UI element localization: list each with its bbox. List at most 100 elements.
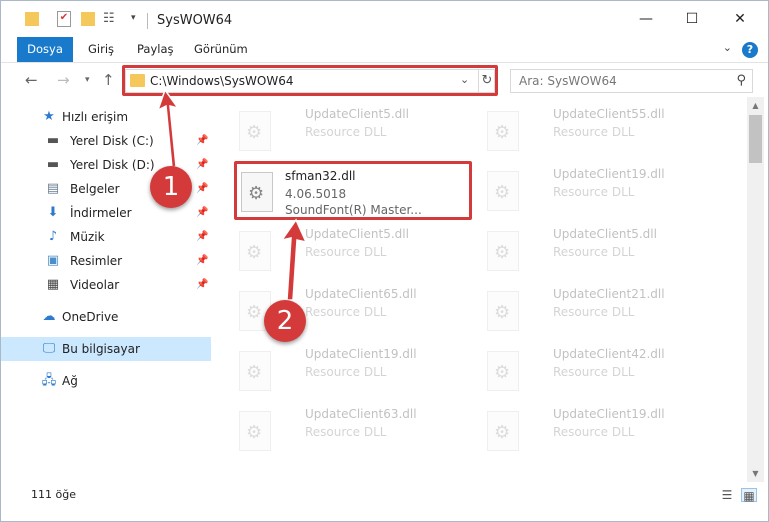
- file-name: UpdateClient65.dll: [305, 287, 417, 301]
- pin-icon[interactable]: 📌: [196, 273, 208, 297]
- file-name: UpdateClient63.dll: [305, 407, 417, 421]
- pin-icon[interactable]: 📌: [196, 177, 208, 201]
- nav-label: Yerel Disk (C:): [70, 134, 154, 148]
- file-tile[interactable]: ⚙ UpdateClient5.dll Resource DLL: [479, 223, 719, 283]
- back-arrow-icon[interactable]: ←: [25, 71, 38, 89]
- dll-file-icon: ⚙: [487, 291, 519, 331]
- dll-file-icon: ⚙: [487, 111, 519, 151]
- file-type: Resource DLL: [553, 185, 635, 199]
- file-type: Resource DLL: [305, 425, 387, 439]
- file-name: UpdateClient5.dll: [553, 227, 657, 241]
- pin-icon[interactable]: 📌: [196, 129, 208, 153]
- close-button[interactable]: ✕: [717, 1, 763, 37]
- title-separator: [147, 13, 148, 29]
- dll-file-icon: ⚙: [487, 351, 519, 391]
- nav-item-music[interactable]: ♪ Müzik 📌: [1, 225, 211, 249]
- nav-label: İndirmeler: [70, 206, 132, 220]
- file-tile[interactable]: ⚙ UpdateClient19.dll Resource DLL: [231, 343, 471, 403]
- file-tile[interactable]: ⚙ UpdateClient5.dll Resource DLL: [231, 223, 471, 283]
- nav-label: Bu bilgisayar: [62, 342, 140, 356]
- help-icon[interactable]: ?: [742, 42, 758, 58]
- file-tile[interactable]: ⚙ UpdateClient42.dll Resource DLL: [479, 343, 719, 403]
- chevron-down-icon[interactable]: ▾: [131, 13, 136, 31]
- window-title: SysWOW64: [157, 13, 233, 28]
- vertical-scrollbar[interactable]: ▲ ▼: [747, 97, 764, 482]
- tiles-view-icon[interactable]: ▦: [741, 488, 757, 503]
- maximize-button[interactable]: ☐: [669, 1, 715, 37]
- forward-arrow-icon[interactable]: →: [57, 71, 70, 89]
- file-name: UpdateClient19.dll: [305, 347, 417, 361]
- file-type: Resource DLL: [305, 305, 387, 319]
- nav-label: Videolar: [70, 278, 120, 292]
- file-name: UpdateClient19.dll: [553, 407, 665, 421]
- nav-label: Müzik: [70, 230, 105, 244]
- folder-icon: [25, 12, 39, 26]
- documents-icon: ▤: [46, 181, 60, 196]
- dll-file-icon: ⚙: [487, 411, 519, 451]
- nav-label: Hızlı erişim: [62, 110, 129, 124]
- nav-label: Belgeler: [70, 182, 120, 196]
- file-name: UpdateClient55.dll: [553, 107, 665, 121]
- file-list: ⚙ UpdateClient5.dll Resource DLL ⚙ sfman…: [211, 97, 747, 482]
- file-tile[interactable]: ⚙ UpdateClient21.dll Resource DLL: [479, 283, 719, 343]
- file-type: Resource DLL: [553, 125, 635, 139]
- tab-share[interactable]: Paylaş: [127, 37, 184, 62]
- file-tile[interactable]: ⚙ UpdateClient63.dll Resource DLL: [231, 403, 471, 463]
- nav-item-pictures[interactable]: ▣ Resimler 📌: [1, 249, 211, 273]
- nav-item-drive-c[interactable]: ▬ Yerel Disk (C:) 📌: [1, 129, 211, 153]
- title-bar: ✔ ☷ ▾ SysWOW64 — ☐ ✕: [1, 1, 768, 37]
- downloads-icon: ⬇: [47, 205, 59, 220]
- properties-icon[interactable]: ✔: [57, 11, 71, 27]
- recent-locations-icon[interactable]: ▾: [85, 75, 90, 85]
- file-highlight-box: [234, 161, 472, 220]
- details-view-icon[interactable]: ☰: [719, 488, 735, 502]
- file-type: Resource DLL: [553, 245, 635, 259]
- new-folder-icon[interactable]: [81, 12, 95, 26]
- navigation-pane: ★ Hızlı erişim ▬ Yerel Disk (C:) 📌 ▬ Yer…: [1, 97, 211, 482]
- star-icon: ★: [43, 109, 55, 124]
- file-type: Resource DLL: [553, 425, 635, 439]
- scroll-up-icon[interactable]: ▲: [747, 97, 764, 114]
- search-icon: ⚲: [736, 73, 746, 88]
- cloud-icon: ☁: [42, 309, 56, 324]
- tab-view[interactable]: Görünüm: [184, 37, 258, 62]
- nav-this-pc[interactable]: 🖵 Bu bilgisayar: [1, 337, 211, 361]
- ribbon-tabs: Dosya Giriş Paylaş Görünüm ⌄ ?: [1, 37, 768, 63]
- file-name: UpdateClient5.dll: [305, 227, 409, 241]
- drive-icon: ▬: [46, 133, 60, 148]
- nav-label: Yerel Disk (D:): [70, 158, 155, 172]
- videos-icon: ▦: [46, 277, 60, 292]
- item-count: 111 öğe: [31, 488, 76, 501]
- search-input[interactable]: Ara: SysWOW64 ⚲: [510, 69, 753, 93]
- file-type: Resource DLL: [305, 125, 387, 139]
- step-1-badge: 1: [150, 166, 192, 208]
- nav-onedrive[interactable]: ☁ OneDrive: [1, 305, 211, 329]
- customize-toolbar-icon[interactable]: ☷: [103, 11, 115, 29]
- computer-icon: 🖵: [42, 341, 56, 356]
- expand-ribbon-icon[interactable]: ⌄: [723, 41, 732, 54]
- pin-icon[interactable]: 📌: [196, 225, 208, 249]
- pin-icon[interactable]: 📌: [196, 153, 208, 177]
- file-name: UpdateClient42.dll: [553, 347, 665, 361]
- file-type: Resource DLL: [553, 305, 635, 319]
- nav-network[interactable]: 🖧 Ağ: [1, 369, 211, 393]
- drive-icon: ▬: [46, 157, 60, 172]
- nav-item-videos[interactable]: ▦ Videolar 📌: [1, 273, 211, 297]
- minimize-button[interactable]: —: [623, 1, 669, 37]
- file-tile[interactable]: ⚙ UpdateClient19.dll Resource DLL: [479, 403, 719, 463]
- dll-file-icon: ⚙: [239, 231, 271, 271]
- network-icon: 🖧: [41, 373, 57, 388]
- pin-icon[interactable]: 📌: [196, 201, 208, 225]
- nav-quick-access[interactable]: ★ Hızlı erişim: [1, 105, 211, 129]
- pin-icon[interactable]: 📌: [196, 249, 208, 273]
- tab-home[interactable]: Giriş: [78, 37, 124, 62]
- up-arrow-icon[interactable]: ↑: [102, 71, 115, 89]
- file-tile[interactable]: ⚙ UpdateClient5.dll Resource DLL: [231, 103, 471, 163]
- scroll-down-icon[interactable]: ▼: [747, 465, 764, 482]
- scrollbar-thumb[interactable]: [749, 115, 762, 163]
- tab-file[interactable]: Dosya: [17, 37, 73, 62]
- file-tile[interactable]: ⚙ UpdateClient55.dll Resource DLL: [479, 103, 719, 163]
- pictures-icon: ▣: [46, 253, 60, 268]
- file-tile[interactable]: ⚙ UpdateClient19.dll Resource DLL: [479, 163, 719, 223]
- address-highlight-box: [122, 65, 498, 96]
